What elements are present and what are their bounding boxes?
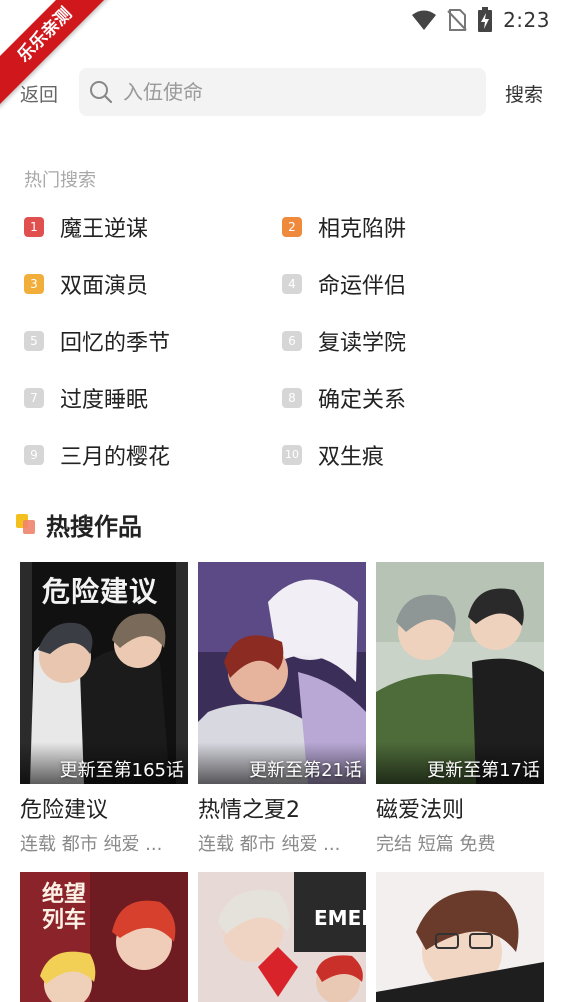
comic-tags: 连载 都市 纯爱 ... xyxy=(20,834,163,855)
battery-charging-icon xyxy=(478,7,493,32)
hot-search-label: 命运伴侣 xyxy=(318,274,407,299)
rank-badge: 7 xyxy=(24,388,44,408)
cover-illustration xyxy=(376,872,544,1002)
search-input[interactable] xyxy=(123,68,473,116)
cover-title-text: EMER xyxy=(314,906,366,930)
cover-illustration xyxy=(376,562,544,784)
hot-search-item[interactable]: 2 相克陷阱 xyxy=(282,212,406,242)
hot-search-item[interactable]: 4 命运伴侣 xyxy=(282,269,406,299)
back-button[interactable]: 返回 xyxy=(20,80,58,107)
section-flag-icon xyxy=(16,512,38,536)
comic-title: 磁爱法则 xyxy=(376,798,465,823)
hot-search-item[interactable]: 7 过度睡眠 xyxy=(24,383,148,413)
no-sim-icon xyxy=(447,9,467,31)
cover-illustration xyxy=(198,872,366,1002)
rank-badge: 10 xyxy=(282,445,302,465)
comic-cover[interactable]: 危险建议 更新至第165话 xyxy=(20,562,188,784)
comic-card[interactable]: 危险建议 更新至第165话 危险建议 连载 都市 纯爱 ... xyxy=(20,562,188,856)
hot-search-label: 三月的樱花 xyxy=(60,445,171,470)
update-label: 更新至第165话 xyxy=(59,760,184,781)
section-title: 热搜作品 xyxy=(46,512,142,541)
hot-search-label: 双面演员 xyxy=(60,274,149,299)
comic-card[interactable]: 更新至第17话 磁爱法则 完结 短篇 免费 xyxy=(376,562,544,856)
hot-search-item[interactable]: 8 确定关系 xyxy=(282,383,406,413)
comic-card[interactable]: 绝望列车 xyxy=(20,872,188,1002)
cover-title-text: 绝望列车 xyxy=(41,882,86,933)
comic-cover[interactable]: EMER xyxy=(198,872,366,1002)
comic-cover[interactable]: 更新至第17话 xyxy=(376,562,544,784)
wifi-icon xyxy=(412,10,437,30)
rank-badge: 4 xyxy=(282,274,302,294)
comic-cover[interactable]: 绝望列车 xyxy=(20,872,188,1002)
hot-search-item[interactable]: 3 双面演员 xyxy=(24,269,148,299)
comic-card[interactable]: 更新至第21话 热情之夏2 连载 都市 纯爱 ... xyxy=(198,562,366,856)
rank-badge: 2 xyxy=(282,217,302,237)
hot-search-label: 相克陷阱 xyxy=(318,217,407,242)
rank-badge: 6 xyxy=(282,331,302,351)
cover-title-text: 危险建议 xyxy=(42,575,159,608)
update-label: 更新至第17话 xyxy=(427,760,540,781)
hot-search-label: 回忆的季节 xyxy=(60,331,171,356)
comic-cover[interactable] xyxy=(376,872,544,1002)
search-icon xyxy=(90,81,113,104)
clock: 2:23 xyxy=(503,8,550,32)
rank-badge: 1 xyxy=(24,217,44,237)
status-bar: 乐乐亲测 2:23 xyxy=(0,0,564,108)
hot-search-label: 复读学院 xyxy=(318,331,407,356)
hot-search-item[interactable]: 9 三月的樱花 xyxy=(24,440,170,470)
hot-search-label: 过度睡眠 xyxy=(60,388,149,413)
comic-tags: 完结 短篇 免费 xyxy=(376,834,496,855)
hot-search-label: 魔王逆谋 xyxy=(60,217,149,242)
comic-card[interactable] xyxy=(376,872,544,1002)
hot-search-label: 确定关系 xyxy=(318,388,407,413)
comic-tags: 连载 都市 纯爱 ... xyxy=(198,834,341,855)
search-button[interactable]: 搜索 xyxy=(505,80,543,107)
rank-badge: 8 xyxy=(282,388,302,408)
hot-works-header: 热搜作品 xyxy=(16,506,142,542)
search-box[interactable] xyxy=(79,68,486,116)
hot-search-label: 双生痕 xyxy=(318,445,385,470)
rank-badge: 9 xyxy=(24,445,44,465)
cover-illustration xyxy=(198,562,366,784)
hot-search-item[interactable]: 1 魔王逆谋 xyxy=(24,212,148,242)
hot-search-item[interactable]: 5 回忆的季节 xyxy=(24,326,170,356)
comic-title: 危险建议 xyxy=(20,798,109,823)
rank-badge: 5 xyxy=(24,331,44,351)
hot-search-item[interactable]: 6 复读学院 xyxy=(282,326,406,356)
comic-title: 热情之夏2 xyxy=(198,798,300,823)
comic-cover[interactable]: 更新至第21话 xyxy=(198,562,366,784)
rank-badge: 3 xyxy=(24,274,44,294)
update-label: 更新至第21话 xyxy=(249,760,362,781)
hot-search-title: 热门搜索 xyxy=(24,170,96,191)
comic-card[interactable]: EMER xyxy=(198,872,366,1002)
search-bar: 返回 搜索 xyxy=(0,68,564,116)
hot-search-item[interactable]: 10 双生痕 xyxy=(282,440,384,470)
